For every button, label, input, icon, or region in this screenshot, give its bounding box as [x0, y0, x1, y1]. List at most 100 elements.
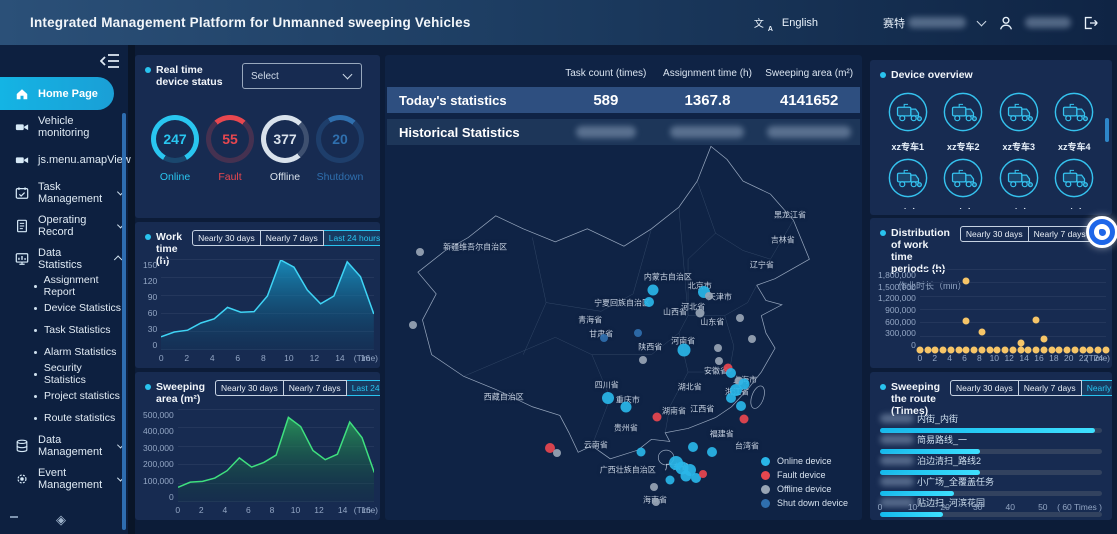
- sidebar-item-js-menu-amapview[interactable]: js.menu.amapView: [0, 143, 122, 176]
- panel-title: Distribution of work time periods (h): [870, 218, 960, 275]
- sidebar-subitem-assignment-report[interactable]: Assignment Report: [0, 275, 122, 297]
- plot-column: 0246810121416(Time): [178, 410, 374, 516]
- logout-icon[interactable]: [1081, 14, 1099, 32]
- sidebar-subitem-project-statistics[interactable]: Project statistics: [0, 385, 122, 407]
- filter-nearly-7-days[interactable]: Nearly 7 days: [1019, 380, 1082, 396]
- sidebar-item-data-management[interactable]: Data Management: [0, 429, 122, 462]
- tenant-name-blur: [908, 17, 966, 28]
- device-item-xz专车6[interactable]: xz专车6: [936, 157, 992, 209]
- device-status-gauges: 247Online55Fault377Offline20Shutdown: [135, 89, 380, 183]
- device-item-xz专车8[interactable]: xz专车8: [1047, 157, 1103, 209]
- y-tick-label: 400,000: [143, 426, 174, 436]
- filter-nearly-7-days[interactable]: Nearly 7 days: [261, 230, 324, 246]
- sidebar: Home PageVehicle monitoringjs.menu.amapV…: [0, 45, 128, 534]
- sidebar-subitem-route-statistics[interactable]: Route statistics: [0, 407, 122, 429]
- dashboard-root: Integrated Management Platform for Unman…: [0, 0, 1117, 534]
- device-dot[interactable]: [409, 321, 417, 329]
- device-dot[interactable]: [602, 392, 614, 404]
- sweeping-route-panel: Sweeping the route (Times)Nearly 30 days…: [870, 372, 1112, 520]
- sidebar-subitem-task-statistics[interactable]: Task Statistics: [0, 319, 122, 341]
- x-tick-label: 6: [962, 353, 967, 363]
- device-dot[interactable]: [620, 402, 631, 413]
- x-tick-label: 30: [973, 502, 982, 512]
- sidebar-subitem-security-statistics[interactable]: Security Statistics: [0, 363, 122, 385]
- sidebar-subitem-label: Alarm Statistics: [44, 346, 116, 358]
- device-dot[interactable]: [705, 292, 713, 300]
- filter-last-24-hours[interactable]: Last 24 hours: [347, 380, 380, 396]
- device-item-xz专车5[interactable]: xz专车5: [880, 157, 936, 209]
- device-dot[interactable]: [639, 356, 647, 364]
- device-dot[interactable]: [740, 415, 749, 424]
- route-row[interactable]: 内街_内街: [880, 412, 1102, 433]
- device-select-dropdown[interactable]: Select: [242, 63, 362, 89]
- sidebar-item-event-management[interactable]: Event Management: [0, 462, 122, 495]
- device-dot[interactable]: [416, 248, 424, 256]
- device-dot[interactable]: [736, 314, 744, 322]
- device-dot[interactable]: [634, 329, 642, 337]
- sidebar-item-home-page[interactable]: Home Page: [0, 77, 114, 110]
- filter-nearly-7-days[interactable]: Nearly 7 days: [284, 380, 347, 396]
- device-dot[interactable]: [600, 334, 608, 342]
- device-grid-scrollbar[interactable]: [1105, 118, 1109, 142]
- sidebar-item-task-management[interactable]: Task Management: [0, 176, 122, 209]
- device-item-xz专车3[interactable]: xz专车3: [991, 91, 1047, 153]
- sidebar-item-operating-record[interactable]: Operating Record: [0, 209, 122, 242]
- floating-assistant-button[interactable]: [1086, 216, 1117, 248]
- sidebar-scrollbar[interactable]: [122, 113, 126, 530]
- device-dot[interactable]: [553, 449, 561, 457]
- device-dot[interactable]: [644, 297, 654, 307]
- device-dot[interactable]: [680, 470, 691, 481]
- grid-line: [920, 309, 1106, 310]
- user-icon[interactable]: [997, 14, 1015, 32]
- filter-nearly-30-days[interactable]: Nearly 30 days: [192, 230, 261, 246]
- device-item-xz专车7[interactable]: xz专车7: [991, 157, 1047, 209]
- route-row[interactable]: 泊边清扫_路线2: [880, 454, 1102, 475]
- gem-icon: ◈: [56, 512, 66, 528]
- sidebar-subitem-alarm-statistics[interactable]: Alarm Statistics: [0, 341, 122, 363]
- sweeper-vehicle-icon: [942, 91, 984, 138]
- sidebar-subitem-device-statistics[interactable]: Device Statistics: [0, 297, 122, 319]
- device-dot[interactable]: [637, 448, 646, 457]
- device-item-xz专车2[interactable]: xz专车2: [936, 91, 992, 153]
- device-dot[interactable]: [650, 483, 658, 491]
- panel-title-dot: [880, 72, 886, 78]
- filter-nearly-30-days[interactable]: Nearly 30 days: [950, 380, 1019, 396]
- device-dot[interactable]: [715, 357, 723, 365]
- province-label-广西壮族自治区: 广西壮族自治区: [600, 464, 656, 475]
- gauge-shutdown[interactable]: 20Shutdown: [314, 115, 366, 183]
- device-item-xz专车1[interactable]: xz专车1: [880, 91, 936, 153]
- gauge-fault[interactable]: 55Fault: [204, 115, 256, 183]
- device-dot[interactable]: [648, 284, 659, 295]
- device-dot[interactable]: [714, 344, 722, 352]
- gauge-offline[interactable]: 377Offline: [259, 115, 311, 183]
- device-dot[interactable]: [699, 470, 707, 478]
- device-dot[interactable]: [652, 412, 661, 421]
- device-dot[interactable]: [707, 447, 717, 457]
- filter-nearly-7-days[interactable]: Nearly 7 days: [1029, 226, 1092, 242]
- device-dot[interactable]: [748, 335, 756, 343]
- device-dot[interactable]: [736, 401, 746, 411]
- device-dot[interactable]: [726, 368, 736, 378]
- filter-nearly-30-days[interactable]: Nearly 30 days: [215, 380, 284, 396]
- tenant-chevron-down-icon[interactable]: [977, 16, 987, 26]
- filter-nearly-30-days[interactable]: Nearly 30 days: [960, 226, 1029, 242]
- device-dot[interactable]: [652, 498, 660, 506]
- device-item-xz专车4[interactable]: xz专车4: [1047, 91, 1103, 153]
- sidebar-item-label: js.menu.amapView: [38, 154, 131, 166]
- device-dot[interactable]: [665, 476, 674, 485]
- sidebar-item-vehicle-monitoring[interactable]: Vehicle monitoring: [0, 110, 122, 143]
- sidebar-item-data-statistics[interactable]: Data Statistics: [0, 242, 122, 275]
- device-dot[interactable]: [726, 393, 736, 403]
- device-dot[interactable]: [688, 442, 698, 452]
- y-tick-label: 900,000: [885, 305, 916, 315]
- route-row[interactable]: 小广场_全覆盖任务: [880, 475, 1102, 496]
- device-dot[interactable]: [695, 309, 704, 318]
- language-selector[interactable]: English: [782, 17, 818, 29]
- filter-nearly-1-day[interactable]: Nearly 1 day: [1082, 380, 1112, 396]
- app-header: Integrated Management Platform for Unman…: [0, 0, 1117, 45]
- gauge-online[interactable]: 247Online: [149, 115, 201, 183]
- filter-last-24-hours[interactable]: Last 24 hours: [324, 230, 380, 246]
- device-dot[interactable]: [678, 343, 691, 356]
- sidebar-collapse-icon[interactable]: [100, 53, 120, 69]
- route-row[interactable]: 简易路线_一: [880, 433, 1102, 454]
